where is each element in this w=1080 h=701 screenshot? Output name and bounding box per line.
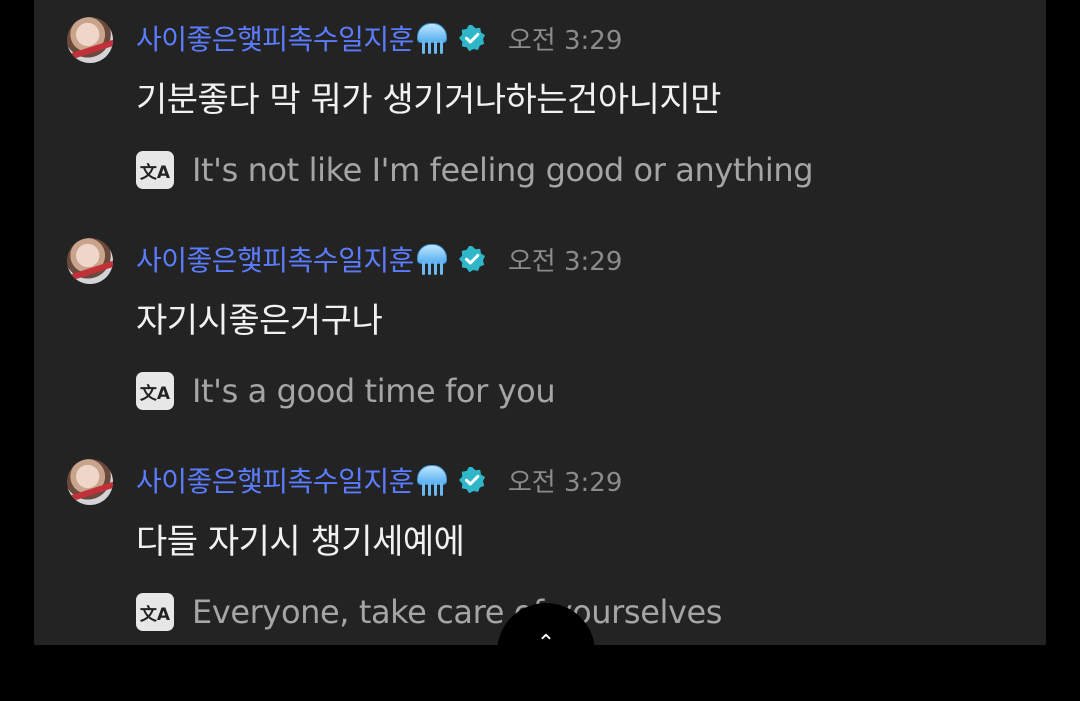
message-header: 사이좋은햋피촉수일지훈 오전 3:29 [136,458,622,502]
avatar[interactable] [67,17,113,63]
translation-row: 文A It's not like I'm feeling good or any… [136,145,814,195]
jellyfish-emoji-icon [416,21,447,55]
message-header: 사이좋은햋피촉수일지훈 오전 3:29 [136,16,622,60]
translation-row: 文A It's a good time for you [136,366,556,416]
translate-icon[interactable]: 文A [136,372,174,410]
verified-badge-icon [458,24,486,52]
avatar[interactable] [67,238,113,284]
chevron-up-icon: ⌃ [536,631,556,656]
jellyfish-emoji-icon [416,463,447,497]
translation-text: It's a good time for you [192,372,556,410]
avatar[interactable] [67,459,113,505]
verified-badge-icon [458,245,486,273]
scroll-down-button[interactable]: ⌃ [497,603,595,701]
jellyfish-emoji-icon [416,242,447,276]
verified-badge-icon [458,466,486,494]
username[interactable]: 사이좋은햋피촉수일지훈 [136,18,414,58]
message-text: 기분좋다 막 뭐가 생기거나하는건아니지만 [136,80,721,120]
timestamp: 오전 3:29 [507,25,623,56]
translate-icon[interactable]: 文A [136,151,174,189]
translation-row: 文A Everyone, take care of yourselves [136,587,722,637]
timestamp: 오전 3:29 [507,467,623,498]
translation-text: It's not like I'm feeling good or anythi… [192,151,814,189]
message-text: 자기시좋은거구나 [136,301,383,341]
chat-panel: 사이좋은햋피촉수일지훈 오전 3:29 기분좋다 막 뭐가 생기거나하는건아니지… [34,0,1046,645]
username[interactable]: 사이좋은햋피촉수일지훈 [136,460,414,500]
timestamp: 오전 3:29 [507,246,623,277]
message-text: 다들 자기시 챙기세예에 [136,522,465,562]
message-header: 사이좋은햋피촉수일지훈 오전 3:29 [136,237,622,281]
username[interactable]: 사이좋은햋피촉수일지훈 [136,239,414,279]
translate-icon[interactable]: 文A [136,593,174,631]
translation-text: Everyone, take care of yourselves [192,593,723,631]
